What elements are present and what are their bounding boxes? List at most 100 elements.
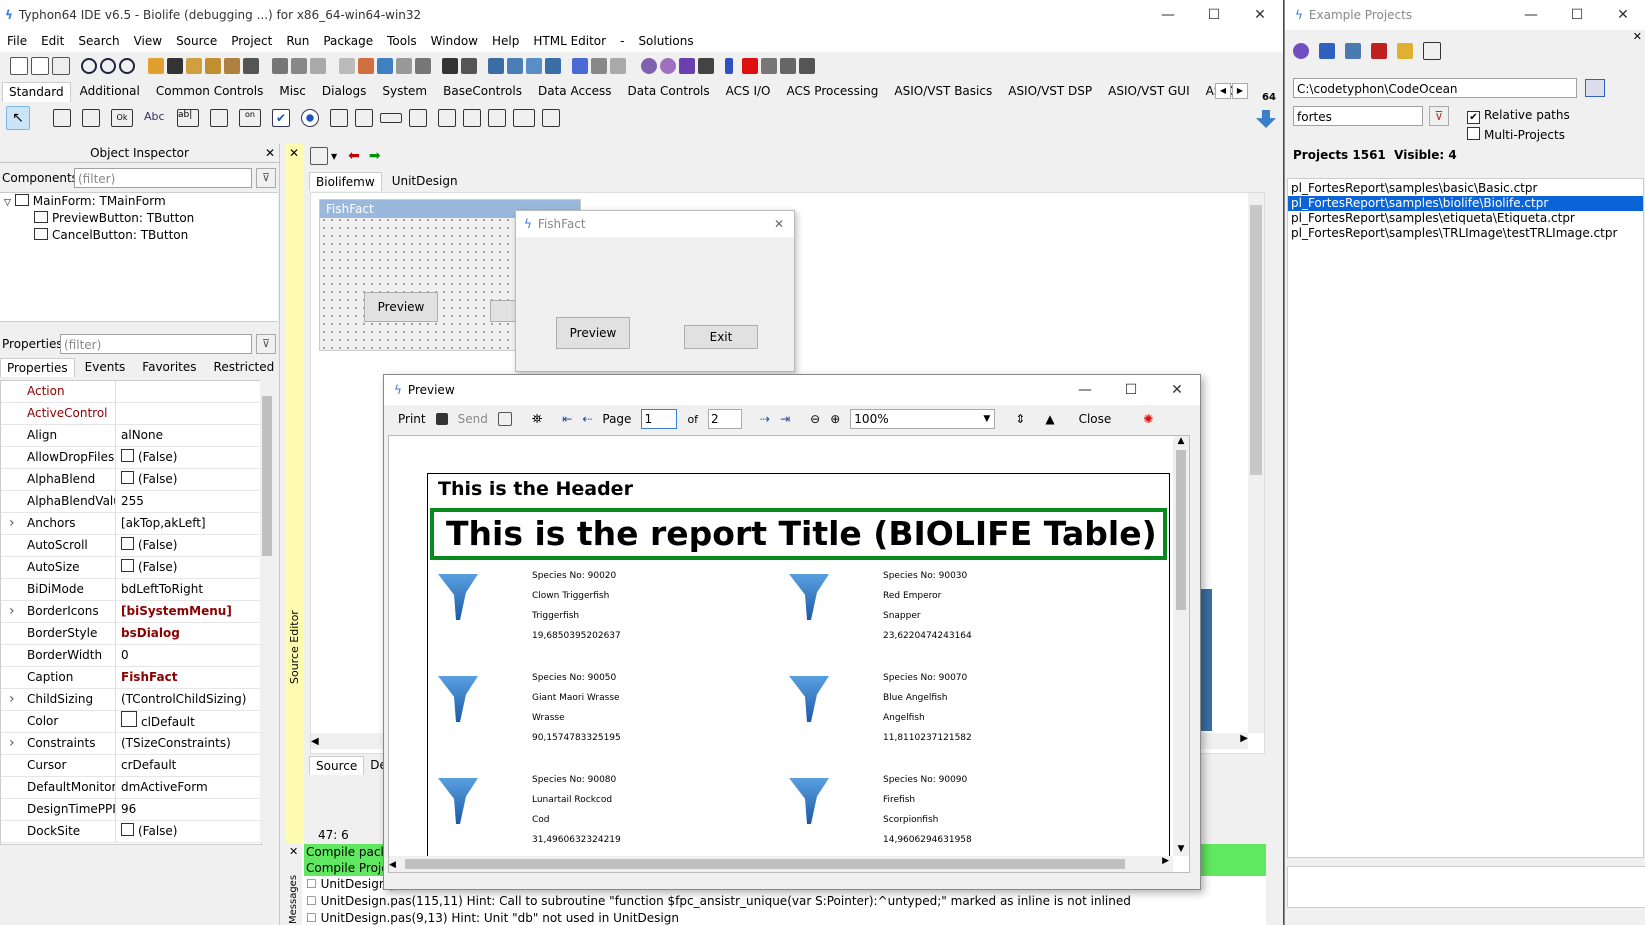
dropdown-icon[interactable]: ▼ — [331, 152, 337, 161]
preview-maximize-button[interactable]: ☐ — [1108, 382, 1154, 398]
memo-tool-icon[interactable] — [210, 109, 228, 127]
property-value[interactable]: FishFact — [116, 667, 177, 688]
property-value[interactable] — [116, 403, 121, 424]
tree-item-mainform[interactable]: ▽ MainForm: TMainForm — [0, 193, 278, 210]
property-value[interactable]: [akTop,akLeft] — [116, 513, 206, 534]
actionlist-tool-icon[interactable] — [542, 109, 560, 127]
stop-icon[interactable] — [742, 58, 758, 74]
menu-item[interactable]: File — [0, 34, 34, 48]
search-icon[interactable] — [81, 58, 97, 74]
zoom-out-icon[interactable]: ⊖ — [810, 412, 820, 426]
properties-filter-clear-icon[interactable]: ⊽ — [256, 334, 276, 354]
open-project-icon[interactable] — [1345, 43, 1361, 59]
property-value[interactable]: alNone — [116, 425, 163, 446]
property-row[interactable]: AlphaBlend (False) — [1, 469, 261, 491]
save-all-icon[interactable] — [291, 58, 307, 74]
preview-minimize-button[interactable]: — — [1062, 382, 1108, 398]
property-row[interactable]: Color clDefault — [1, 711, 261, 733]
build-project-icon[interactable] — [1319, 43, 1335, 59]
reload-icon[interactable] — [1293, 43, 1309, 59]
groupbox-tool-icon[interactable] — [409, 109, 427, 127]
forward-arrow-icon[interactable]: ➡ — [369, 148, 381, 164]
components-filter-input[interactable]: (filter) — [74, 168, 252, 188]
tab-events[interactable]: Events — [79, 358, 133, 377]
save-icon[interactable] — [272, 58, 288, 74]
examples-close-button[interactable]: ✕ — [1600, 7, 1645, 23]
tab-unitdesign[interactable]: UnitDesign — [386, 172, 465, 191]
run-icon[interactable] — [679, 58, 695, 74]
property-row[interactable]: › BorderIcons [biSystemMenu] — [1, 601, 261, 623]
palette-tab[interactable]: ACS Processing — [780, 82, 885, 102]
menu-item[interactable]: Search — [71, 34, 126, 48]
preview-vscrollbar[interactable]: ▲ ▼ — [1173, 436, 1189, 856]
tab-biolifemw[interactable]: Biolifemw — [309, 172, 382, 191]
close-button[interactable]: ✕ — [1237, 7, 1283, 23]
project-list-item[interactable]: pl_FortesReport\samples\etiqueta\Etiquet… — [1288, 211, 1643, 226]
fishfact-preview-button[interactable]: Preview — [556, 317, 630, 349]
path-input[interactable]: C:\codetyphon\CodeOcean — [1293, 78, 1577, 98]
layout-icon[interactable] — [526, 58, 542, 74]
properties-filter-input[interactable]: (filter) — [60, 334, 252, 354]
checkgroup-tool-icon[interactable] — [463, 109, 481, 127]
delete-project-icon[interactable] — [1371, 43, 1387, 59]
zoom-in-icon[interactable]: ⊕ — [830, 412, 840, 426]
property-row[interactable]: Align alNone — [1, 425, 261, 447]
property-row[interactable]: ActiveControl — [1, 403, 261, 425]
tab-favorites[interactable]: Favorites — [136, 358, 203, 377]
help-icon[interactable]: ✺ — [1143, 412, 1153, 426]
designer-vscrollbar[interactable] — [1248, 193, 1264, 733]
menu-item[interactable]: Help — [485, 34, 526, 48]
menu-item[interactable]: View — [127, 34, 169, 48]
globe-icon[interactable] — [507, 58, 523, 74]
new-form-icon[interactable] — [31, 57, 49, 75]
save-icon[interactable] — [435, 413, 448, 425]
radio-tool-icon[interactable] — [301, 109, 319, 127]
property-value[interactable]: (False) — [116, 535, 178, 556]
property-value[interactable]: (False) — [116, 469, 178, 490]
messages-close-icon[interactable]: ✕ — [289, 845, 298, 858]
pause-icon[interactable] — [725, 58, 733, 74]
open-icon[interactable] — [310, 58, 326, 74]
property-value[interactable]: 0 — [116, 645, 129, 666]
design-preview-button[interactable]: Preview — [364, 292, 438, 322]
print-button[interactable]: Print — [398, 412, 426, 426]
tree-item-cancelbutton[interactable]: CancelButton: TButton — [0, 227, 278, 244]
run-params-icon[interactable] — [698, 58, 714, 74]
menu-item[interactable]: Run — [279, 34, 316, 48]
property-checkbox[interactable] — [121, 559, 134, 572]
property-row[interactable]: DesignTimePPI 96 — [1, 799, 261, 821]
message-line-2[interactable]: ☐ UnitDesign.pas(115,11) Hint: Call to s… — [306, 894, 1131, 908]
button-tool-icon[interactable]: Ok — [111, 109, 133, 127]
menu-item[interactable]: Project — [224, 34, 279, 48]
property-value[interactable]: [biSystemMenu] — [116, 601, 232, 622]
menu-item[interactable]: Solutions — [631, 34, 700, 48]
back-arrow-icon[interactable]: ⬅ — [348, 148, 360, 164]
palette-tab[interactable]: ACS I/O — [720, 82, 778, 102]
property-row[interactable]: › ChildSizing (TControlChildSizing) — [1, 689, 261, 711]
find-icon[interactable] — [119, 58, 135, 74]
palette-tab[interactable]: Standard — [2, 82, 71, 102]
palette-tab[interactable]: ASIO/VST GUI — [1102, 82, 1196, 102]
property-value[interactable]: dmActiveForm — [116, 777, 208, 798]
page-input[interactable]: 1 — [641, 409, 678, 429]
property-row[interactable]: Action — [1, 381, 261, 403]
folder-icon[interactable] — [1397, 43, 1413, 59]
form-icon[interactable] — [610, 58, 626, 74]
build-icon[interactable] — [205, 58, 221, 74]
property-row[interactable]: AutoScroll (False) — [1, 535, 261, 557]
search-replace-icon[interactable] — [100, 58, 116, 74]
tools-icon[interactable] — [377, 58, 393, 74]
export-icon[interactable] — [497, 412, 512, 426]
view-icon[interactable] — [545, 58, 561, 74]
property-value[interactable]: 255 — [116, 491, 144, 512]
palette-tab[interactable]: System — [376, 82, 434, 102]
menu-item[interactable]: Tools — [380, 34, 424, 48]
binoculars-icon[interactable]: ⛯ — [532, 412, 542, 427]
palette-scroll-left-icon[interactable]: ◀ — [1215, 83, 1231, 99]
listbox-tool-icon[interactable] — [330, 109, 348, 127]
prev-page-icon[interactable]: ⇠ — [582, 412, 592, 426]
preview-close-button[interactable]: ✕ — [1154, 382, 1200, 398]
menu-item[interactable]: Window — [424, 34, 485, 48]
package-icon[interactable] — [167, 58, 183, 74]
project-list-item[interactable]: pl_FortesReport\samples\biolife\Biolife.… — [1288, 196, 1643, 211]
